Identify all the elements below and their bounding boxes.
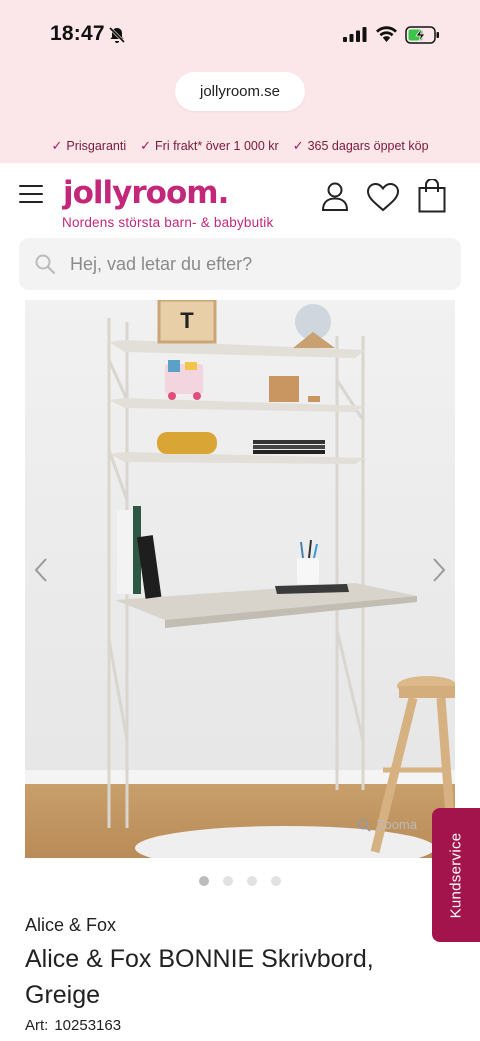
search-icon — [35, 254, 56, 275]
usp-label: Fri frakt* över 1 000 kr — [155, 139, 279, 153]
product-brand[interactable]: Alice & Fox — [25, 915, 116, 936]
article-number-label: Art: — [25, 1017, 49, 1034]
cellular-signal-icon — [343, 27, 367, 42]
wifi-icon — [376, 26, 397, 42]
pagination-dot[interactable] — [247, 876, 257, 886]
status-bar: 18:47 — [0, 0, 480, 70]
address-bar[interactable]: jollyroom.se — [175, 72, 305, 111]
shopping-bag-icon[interactable] — [418, 179, 446, 213]
heart-icon[interactable] — [366, 182, 400, 212]
zoom-label: Zooma — [376, 817, 417, 832]
article-number-value: 10253163 — [54, 1017, 122, 1034]
svg-text:T: T — [180, 308, 194, 333]
zoom-icon — [357, 818, 371, 832]
site-tagline: Nordens största barn- & babybutik — [62, 215, 274, 230]
menu-icon[interactable] — [19, 185, 43, 203]
usp-item: ✓ Fri frakt* över 1 000 kr — [140, 138, 279, 154]
status-time: 18:47 — [50, 22, 105, 45]
customer-service-tab[interactable]: Kundservice — [432, 808, 480, 942]
usp-label: 365 dagars öppet köp — [307, 139, 429, 153]
zoom-button[interactable]: Zooma — [357, 817, 417, 832]
usp-item: ✓ Prisgaranti — [51, 138, 126, 154]
customer-service-label: Kundservice — [447, 832, 465, 918]
pagination-dot[interactable] — [199, 876, 209, 886]
browser-chrome: 18:47 jollyroom.se ✓ Prisgaranti ✓ Fri f… — [0, 0, 480, 163]
search-bar[interactable] — [19, 238, 461, 290]
search-input[interactable] — [70, 238, 450, 290]
product-image[interactable]: T Zooma — [25, 300, 455, 858]
usp-bar: ✓ Prisgaranti ✓ Fri frakt* över 1 000 kr… — [0, 134, 480, 158]
pagination-dot[interactable] — [223, 876, 233, 886]
chevron-left-icon[interactable] — [33, 557, 49, 583]
usp-label: Prisgaranti — [66, 139, 127, 153]
article-number: Art: 10253163 — [25, 1017, 121, 1034]
checkmark-icon: ✓ — [51, 138, 63, 153]
usp-item: ✓ 365 dagars öppet köp — [293, 138, 429, 154]
battery-charging-icon — [405, 26, 439, 44]
site-logo[interactable]: jollyroom. — [63, 175, 229, 211]
checkmark-icon: ✓ — [292, 138, 304, 153]
site-header: jollyroom. Nordens största barn- & babyb… — [0, 163, 480, 238]
checkmark-icon: ✓ — [140, 138, 152, 153]
bell-muted-icon — [108, 26, 126, 44]
image-pagination — [0, 876, 480, 886]
chevron-right-icon[interactable] — [431, 557, 447, 583]
desk-shelf-photo: T — [25, 300, 455, 858]
product-title: Alice & Fox BONNIE Skrivbord, Greige — [25, 945, 374, 1009]
user-account-icon[interactable] — [321, 181, 349, 211]
pagination-dot[interactable] — [271, 876, 281, 886]
